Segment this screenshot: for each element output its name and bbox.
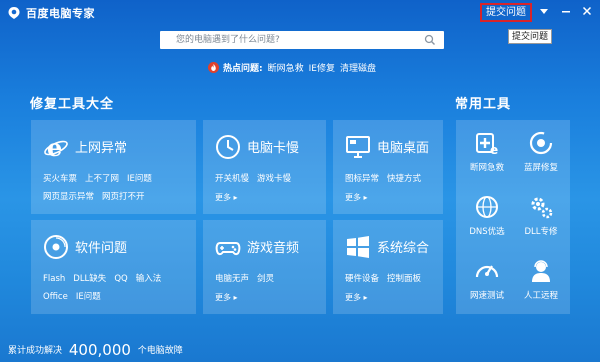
link-game-lag[interactable]: 游戏卡慢 bbox=[257, 172, 291, 184]
tool-label: 人工远程 bbox=[523, 291, 558, 301]
link-cannot-connect[interactable]: 上不了网 bbox=[85, 172, 119, 184]
submit-question-tooltip: 提交问题 bbox=[508, 29, 552, 44]
bluescreen-repair-icon bbox=[529, 131, 553, 155]
close-icon[interactable] bbox=[580, 4, 594, 18]
gamepad-icon bbox=[215, 242, 241, 256]
speedometer-icon bbox=[475, 265, 499, 278]
link-shortcut[interactable]: 快捷方式 bbox=[387, 172, 421, 184]
card-links: 网页显示异常 网页打不开 bbox=[43, 190, 153, 202]
common-tools-heading: 常用工具 bbox=[455, 97, 512, 112]
link-office[interactable]: Office bbox=[43, 292, 68, 302]
hot-item-ie-repair[interactable]: IE修复 bbox=[309, 62, 335, 76]
card-title: 电脑桌面 bbox=[377, 141, 430, 156]
title-bar: 百度电脑专家 提交问题 bbox=[0, 0, 600, 26]
card-title: 系统综合 bbox=[377, 241, 430, 256]
card-desktop[interactable]: 电脑桌面 图标异常 快捷方式 更多 ▸ bbox=[333, 120, 443, 214]
clock-icon bbox=[216, 135, 240, 159]
link-input-method[interactable]: 输入法 bbox=[136, 272, 162, 284]
search-input[interactable]: 您的电脑遇到了什么问题? bbox=[160, 31, 444, 49]
search-icon[interactable] bbox=[424, 34, 436, 46]
more-link[interactable]: 更多 ▸ bbox=[345, 292, 368, 303]
hot-problems-label: 热点问题: bbox=[223, 64, 263, 74]
windows-logo-icon bbox=[347, 236, 369, 258]
link-hardware-devices[interactable]: 硬件设备 bbox=[345, 272, 379, 284]
tool-label: 断网急救 bbox=[469, 163, 504, 173]
app-logo-icon bbox=[8, 7, 20, 19]
link-icon-abnormal[interactable]: 图标异常 bbox=[345, 172, 379, 184]
card-slow-computer[interactable]: 电脑卡慢 开关机慢 游戏卡慢 更多 ▸ bbox=[203, 120, 326, 214]
tool-dns-optimize[interactable]: DNS优选 bbox=[457, 194, 517, 237]
card-links: 电脑无声 剑灵 bbox=[215, 272, 282, 284]
tool-label: 网速测试 bbox=[469, 291, 504, 301]
link-qq[interactable]: QQ bbox=[114, 274, 127, 284]
monitor-icon bbox=[346, 136, 370, 158]
link-blade-and-soul[interactable]: 剑灵 bbox=[257, 272, 274, 284]
footer-stats: 累计成功解决 400,000 个电脑故障 bbox=[8, 341, 183, 359]
disc-icon bbox=[44, 235, 68, 259]
card-title: 软件问题 bbox=[75, 241, 128, 256]
card-links: Office IE问题 bbox=[43, 290, 109, 302]
search-placeholder: 您的电脑遇到了什么问题? bbox=[176, 35, 280, 45]
svg-text:e: e bbox=[490, 143, 498, 156]
card-title: 游戏音频 bbox=[247, 241, 300, 256]
link-no-sound[interactable]: 电脑无声 bbox=[215, 272, 249, 284]
tool-network-rescue[interactable]: e 断网急救 bbox=[457, 130, 517, 173]
network-rescue-icon: e bbox=[476, 133, 498, 156]
dns-icon bbox=[476, 196, 498, 218]
card-links: 买火车票 上不了网 IE问题 bbox=[43, 172, 160, 184]
link-ie-issue[interactable]: IE问题 bbox=[76, 290, 101, 302]
dll-gear-icon bbox=[531, 197, 553, 219]
menu-dropdown-icon[interactable] bbox=[537, 4, 551, 18]
card-internet-issues[interactable]: e 上网异常 买火车票 上不了网 IE问题 网页显示异常 网页打不开 bbox=[31, 120, 196, 214]
more-link[interactable]: 更多 ▸ bbox=[215, 292, 238, 303]
link-control-panel[interactable]: 控制面板 bbox=[387, 272, 421, 284]
app-title: 百度电脑专家 bbox=[26, 7, 95, 20]
tool-speed-test[interactable]: 网速测试 bbox=[457, 258, 517, 301]
more-link[interactable]: 更多 ▸ bbox=[215, 192, 238, 203]
fixed-count: 400,000 bbox=[68, 341, 131, 359]
fire-icon bbox=[208, 62, 219, 73]
card-title: 上网异常 bbox=[75, 141, 128, 156]
tool-label: DLL专修 bbox=[524, 227, 558, 237]
common-tools-panel: e 断网急救 蓝屏修复 DNS优选 DLL专修 网速测试 人工远程 bbox=[456, 120, 570, 314]
tool-bluescreen-repair[interactable]: 蓝屏修复 bbox=[511, 130, 571, 173]
link-dll-missing[interactable]: DLL缺失 bbox=[73, 272, 106, 284]
remote-person-icon bbox=[532, 260, 550, 282]
hot-item-network-rescue[interactable]: 断网急救 bbox=[268, 62, 304, 76]
more-link[interactable]: 更多 ▸ bbox=[345, 192, 368, 203]
card-links: Flash DLL缺失 QQ 输入法 bbox=[43, 272, 169, 284]
link-slow-boot[interactable]: 开关机慢 bbox=[215, 172, 249, 184]
card-links: 开关机慢 游戏卡慢 bbox=[215, 172, 299, 184]
link-flash[interactable]: Flash bbox=[43, 274, 65, 284]
tool-remote-help[interactable]: 人工远程 bbox=[511, 258, 571, 301]
card-system-general[interactable]: 系统综合 硬件设备 控制面板 更多 ▸ bbox=[333, 220, 443, 314]
tool-dll-repair[interactable]: DLL专修 bbox=[511, 194, 571, 237]
footer-prefix: 累计成功解决 bbox=[8, 346, 63, 356]
link-page-cannot-open[interactable]: 网页打不开 bbox=[102, 190, 145, 202]
ie-browser-icon: e bbox=[44, 134, 68, 160]
card-links: 硬件设备 控制面板 bbox=[345, 272, 429, 284]
link-page-display-abnormal[interactable]: 网页显示异常 bbox=[43, 190, 94, 202]
card-title: 电脑卡慢 bbox=[247, 141, 300, 156]
card-game-audio[interactable]: 游戏音频 电脑无声 剑灵 更多 ▸ bbox=[203, 220, 326, 314]
link-buy-train-ticket[interactable]: 买火车票 bbox=[43, 172, 77, 184]
footer-suffix: 个电脑故障 bbox=[137, 346, 183, 356]
hot-item-clean-disk[interactable]: 清理磁盘 bbox=[340, 62, 376, 76]
repair-tools-heading: 修复工具大全 bbox=[30, 97, 115, 112]
card-software-issues[interactable]: 软件问题 Flash DLL缺失 QQ 输入法 Office IE问题 bbox=[31, 220, 196, 314]
hot-problems: 热点问题: 断网急救 IE修复 清理磁盘 bbox=[208, 62, 381, 76]
card-links: 图标异常 快捷方式 bbox=[345, 172, 429, 184]
tool-label: DNS优选 bbox=[469, 227, 505, 237]
tool-label: 蓝屏修复 bbox=[523, 163, 558, 173]
submit-question-button[interactable]: 提交问题 bbox=[480, 3, 532, 22]
link-ie-issue[interactable]: IE问题 bbox=[127, 172, 152, 184]
minimize-icon[interactable] bbox=[559, 4, 573, 18]
